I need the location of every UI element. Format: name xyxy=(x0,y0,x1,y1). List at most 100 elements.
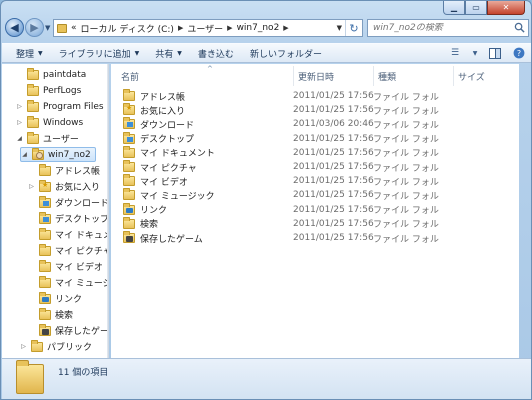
refresh-icon: ↻ xyxy=(349,21,359,35)
file-date: 2011/01/25 17:56 xyxy=(293,105,374,116)
column-header-type[interactable]: 種類 xyxy=(373,66,453,86)
folder-icon xyxy=(39,307,51,320)
file-type: ファイル フォル... xyxy=(373,135,439,146)
explorer-window: ▁ ▭ ✕ ◀ ▶ ▼ « ローカル ディスク (C:) ▶ ユーザー ▶ wi… xyxy=(0,0,532,400)
file-row[interactable]: マイ ビデオ 2011/01/25 17:56ファイル フォル... xyxy=(123,174,439,188)
breadcrumb-users[interactable]: ユーザー xyxy=(187,22,223,35)
tree-expander-icon[interactable]: ▷ xyxy=(20,343,27,350)
preview-pane-icon[interactable] xyxy=(488,47,502,59)
tree-item[interactable]: 検索 xyxy=(28,307,73,322)
tree-item[interactable]: マイ ドキュメント xyxy=(28,227,107,242)
forward-button[interactable]: ▶ xyxy=(25,18,44,37)
navigation-bar: ◀ ▶ ▼ « ローカル ディスク (C:) ▶ ユーザー ▶ win7_no2… xyxy=(5,17,529,39)
tree-item[interactable]: ▷ パブリック xyxy=(20,339,92,354)
add-to-library-button[interactable]: ライブラリに追加 ▼ xyxy=(59,47,140,60)
recent-pages-dropdown-icon[interactable]: ▼ xyxy=(45,24,50,32)
links-folder-icon xyxy=(123,202,135,215)
tree-item-label: パブリック xyxy=(47,343,93,353)
folder-icon xyxy=(39,227,51,240)
tree-item[interactable]: ダウンロード xyxy=(28,195,107,210)
tree-expander-icon[interactable]: ▷ xyxy=(28,183,35,190)
column-header-date[interactable]: 更新日時 xyxy=(293,66,373,86)
tree-item[interactable]: ◢ win7_no2 xyxy=(20,147,96,162)
folder-icon xyxy=(39,259,51,272)
tree-expander-icon[interactable]: ▷ xyxy=(16,103,23,110)
tree-item-label: 保存したゲーム xyxy=(55,327,108,337)
file-row[interactable]: マイ ピクチャ 2011/01/25 17:56ファイル フォル... xyxy=(123,160,439,174)
file-row[interactable]: アドレス帳 2011/01/25 17:56ファイル フォル... xyxy=(123,89,439,103)
svg-text:?: ? xyxy=(517,49,521,58)
favorites-folder-icon xyxy=(39,179,51,192)
tree-item[interactable]: マイ ミュージック xyxy=(28,275,107,290)
file-row[interactable]: リンク 2011/01/25 17:56ファイル フォル... xyxy=(123,202,439,217)
close-button[interactable]: ✕ xyxy=(487,1,525,15)
new-folder-button[interactable]: 新しいフォルダー xyxy=(250,47,322,60)
tree-item-label: Windows xyxy=(43,117,84,128)
file-row[interactable]: マイ ミュージック 2011/01/25 17:56ファイル フォル... xyxy=(123,188,439,202)
tree-item[interactable]: マイ ピクチャ xyxy=(28,243,107,258)
navigation-pane-splitter[interactable] xyxy=(108,64,109,358)
change-view-icon[interactable]: ☰ xyxy=(448,47,462,59)
file-name-cell: デスクトップ xyxy=(123,131,293,146)
maximize-button[interactable]: ▭ xyxy=(465,1,487,15)
organize-button[interactable]: 整理 ▼ xyxy=(16,47,43,60)
tree-expander-icon[interactable]: ▷ xyxy=(16,119,23,126)
breadcrumb-local-disk[interactable]: ローカル ディスク (C:) xyxy=(81,22,174,35)
minimize-button[interactable]: ▁ xyxy=(443,1,465,15)
tree-item[interactable]: ▷ お気に入り xyxy=(28,179,100,194)
file-date: 2011/01/25 17:56 xyxy=(293,218,374,229)
tree-item[interactable]: 保存したゲーム xyxy=(28,323,108,338)
tree-item[interactable]: マイ ビデオ xyxy=(28,259,103,274)
file-name: デスクトップ xyxy=(140,135,195,146)
back-button[interactable]: ◀ xyxy=(5,18,24,37)
file-name: マイ ピクチャ xyxy=(140,163,197,174)
search-box[interactable] xyxy=(367,19,529,37)
burn-button[interactable]: 書き込む xyxy=(198,47,234,60)
tree-item-label: win7_no2 xyxy=(48,149,91,160)
chevron-down-icon: ▼ xyxy=(134,49,140,57)
tree-expander-icon[interactable]: ◢ xyxy=(21,151,28,158)
tree-item[interactable]: ▷ Program Files xyxy=(16,99,104,114)
tree-item[interactable]: アドレス帳 xyxy=(28,163,100,178)
file-name-cell: マイ ドキュメント xyxy=(123,145,293,159)
folder-icon xyxy=(39,243,51,256)
share-button[interactable]: 共有 ▼ xyxy=(155,47,182,60)
folder-icon xyxy=(123,188,135,201)
tree-item[interactable]: リンク xyxy=(28,291,82,306)
column-header-size[interactable]: サイズ xyxy=(453,66,513,86)
file-name: 保存したゲーム xyxy=(140,234,203,245)
breadcrumb-win7-no2[interactable]: win7_no2 xyxy=(237,23,280,33)
file-type: ファイル フォル... xyxy=(373,92,439,103)
address-bar[interactable]: « ローカル ディスク (C:) ▶ ユーザー ▶ win7_no2 ▶ ▼ ↻ xyxy=(53,19,363,37)
file-type: ファイル フォル... xyxy=(373,220,439,231)
file-name: 検索 xyxy=(140,220,159,231)
file-row[interactable]: お気に入り 2011/01/25 17:56ファイル フォル... xyxy=(123,103,439,117)
folder-icon xyxy=(27,99,39,112)
file-row[interactable]: デスクトップ 2011/01/25 17:56ファイル フォル... xyxy=(123,131,439,146)
search-icon xyxy=(514,22,525,33)
address-overflow-chevron[interactable]: « xyxy=(71,23,77,33)
tree-expander-icon[interactable]: ◢ xyxy=(16,135,23,142)
breadcrumb-separator-icon[interactable]: ▶ xyxy=(178,24,183,32)
tree-item-label: PerfLogs xyxy=(43,85,82,96)
view-options-dropdown-icon[interactable]: ▼ xyxy=(472,47,478,59)
tree-item[interactable]: paintdata xyxy=(16,67,86,82)
column-header-name[interactable]: 名前 ^ xyxy=(117,65,287,86)
file-row[interactable]: 保存したゲーム 2011/01/25 17:56ファイル フォル... xyxy=(123,231,439,245)
file-row[interactable]: 検索 2011/01/25 17:56ファイル フォル... xyxy=(123,216,439,231)
address-history-dropdown-icon[interactable]: ▼ xyxy=(337,24,342,32)
search-input[interactable] xyxy=(373,23,513,33)
tree-item[interactable]: PerfLogs xyxy=(16,83,81,98)
file-type: ファイル フォル... xyxy=(373,177,439,188)
tree-item[interactable]: ◢ ユーザー xyxy=(16,131,79,146)
help-icon[interactable]: ? xyxy=(512,47,526,59)
tree-item[interactable]: ▷ Windows xyxy=(16,115,83,130)
tree-item[interactable]: デスクトップ xyxy=(28,211,107,226)
address-folder-icon xyxy=(57,23,67,33)
file-row[interactable]: マイ ドキュメント 2011/01/25 17:56ファイル フォル... xyxy=(123,145,439,160)
file-row[interactable]: ダウンロード 2011/03/06 20:46ファイル フォル... xyxy=(123,117,439,131)
breadcrumb-separator-icon[interactable]: ▶ xyxy=(283,24,288,32)
breadcrumb-separator-icon[interactable]: ▶ xyxy=(227,24,232,32)
navigation-pane[interactable]: paintdata PerfLogs ▷ Program Files ▷ Windows ◢… xyxy=(2,64,108,358)
refresh-button[interactable]: ↻ xyxy=(345,20,362,36)
